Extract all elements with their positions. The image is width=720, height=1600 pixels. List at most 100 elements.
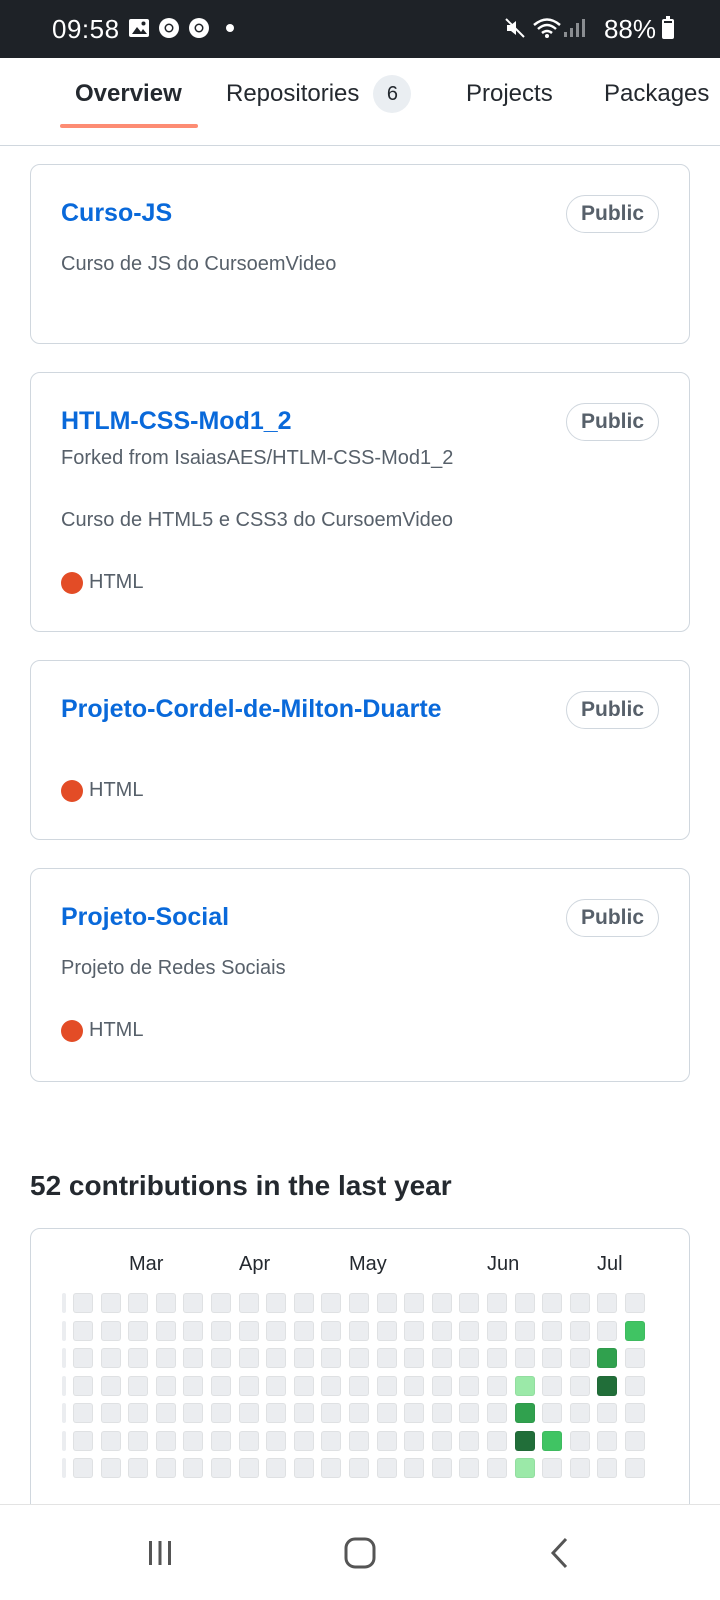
contribution-cell[interactable] — [183, 1348, 204, 1368]
contribution-cell[interactable] — [238, 1403, 259, 1423]
contribution-cell[interactable] — [569, 1320, 590, 1341]
contribution-cell[interactable] — [376, 1458, 397, 1478]
contribution-cell[interactable] — [597, 1458, 618, 1478]
contribution-cell[interactable] — [128, 1403, 149, 1423]
contribution-cell[interactable] — [349, 1293, 369, 1313]
contribution-cell[interactable] — [266, 1348, 287, 1368]
tab-projects[interactable]: Projects — [466, 70, 553, 118]
contribution-cell[interactable] — [459, 1293, 480, 1313]
contribution-cell[interactable] — [514, 1403, 535, 1423]
contribution-cell[interactable] — [431, 1348, 452, 1368]
contribution-cell[interactable] — [183, 1458, 204, 1478]
tab-repositories[interactable]: Repositories 6 — [226, 70, 412, 118]
contribution-cell[interactable] — [431, 1375, 452, 1396]
contribution-cell[interactable] — [128, 1375, 149, 1396]
contribution-cell[interactable] — [266, 1458, 287, 1478]
contribution-cell[interactable] — [293, 1375, 314, 1396]
contribution-cell[interactable] — [625, 1458, 645, 1478]
contribution-cell[interactable] — [155, 1320, 176, 1341]
contribution-cell[interactable] — [266, 1293, 287, 1313]
contribution-cell[interactable] — [211, 1403, 231, 1423]
contribution-cell[interactable] — [625, 1293, 645, 1313]
contribution-cell[interactable] — [100, 1320, 121, 1341]
contribution-cell[interactable] — [100, 1293, 121, 1313]
contribution-cell[interactable] — [376, 1375, 397, 1396]
contribution-cell[interactable] — [404, 1458, 425, 1478]
contribution-cell[interactable] — [293, 1320, 314, 1341]
contribution-cell[interactable] — [542, 1320, 563, 1341]
contribution-cell[interactable] — [211, 1293, 231, 1313]
contribution-cell[interactable] — [625, 1430, 645, 1451]
contribution-cell[interactable] — [459, 1403, 480, 1423]
contribution-cell[interactable] — [459, 1430, 480, 1451]
contribution-cell[interactable] — [100, 1458, 121, 1478]
contribution-cell[interactable] — [321, 1403, 342, 1423]
contribution-cell[interactable] — [155, 1348, 176, 1368]
contribution-cell[interactable] — [321, 1293, 342, 1313]
contribution-cell[interactable] — [597, 1430, 618, 1451]
contribution-cell[interactable] — [404, 1320, 425, 1341]
home-button[interactable] — [334, 1527, 386, 1579]
contribution-cell[interactable] — [459, 1320, 480, 1341]
contribution-cell[interactable] — [514, 1348, 535, 1368]
repo-name-link[interactable]: Curso-JS — [61, 199, 172, 228]
contribution-cell[interactable] — [128, 1430, 149, 1451]
contribution-cell[interactable] — [100, 1375, 121, 1396]
contribution-cell[interactable] — [183, 1320, 204, 1341]
contribution-cell[interactable] — [431, 1458, 452, 1478]
contribution-cell[interactable] — [293, 1403, 314, 1423]
contribution-cell[interactable] — [266, 1403, 287, 1423]
contribution-cell[interactable] — [266, 1375, 287, 1396]
contribution-cell[interactable] — [155, 1375, 176, 1396]
contribution-cell[interactable] — [542, 1293, 563, 1313]
contribution-cell[interactable] — [321, 1430, 342, 1451]
tab-overview[interactable]: Overview — [75, 70, 182, 118]
contribution-cell[interactable] — [238, 1320, 259, 1341]
contribution-cell[interactable] — [211, 1375, 231, 1396]
contribution-cell[interactable] — [597, 1375, 618, 1396]
contribution-cell[interactable] — [238, 1293, 259, 1313]
contribution-cell[interactable] — [459, 1458, 480, 1478]
contribution-cell[interactable] — [73, 1293, 93, 1313]
contribution-cell[interactable] — [569, 1293, 590, 1313]
contribution-cell[interactable] — [569, 1458, 590, 1478]
contribution-cell[interactable] — [487, 1403, 507, 1423]
recent-apps-button[interactable] — [134, 1527, 186, 1579]
contribution-cell[interactable] — [542, 1375, 563, 1396]
contribution-cell[interactable] — [349, 1430, 369, 1451]
contribution-cell[interactable] — [404, 1403, 425, 1423]
contribution-cell[interactable] — [597, 1320, 618, 1341]
contribution-cell[interactable] — [431, 1430, 452, 1451]
contribution-cell[interactable] — [321, 1458, 342, 1478]
contribution-cell[interactable] — [73, 1458, 93, 1478]
contribution-cell[interactable] — [73, 1320, 93, 1341]
contribution-cell[interactable] — [293, 1458, 314, 1478]
contribution-cell[interactable] — [73, 1375, 93, 1396]
contribution-cell[interactable] — [542, 1403, 563, 1423]
contribution-cell[interactable] — [404, 1293, 425, 1313]
contribution-cell[interactable] — [597, 1403, 618, 1423]
contribution-cell[interactable] — [487, 1458, 507, 1478]
contribution-cell[interactable] — [625, 1348, 645, 1368]
repo-name-link[interactable]: HTLM-CSS-Mod1_2 — [61, 407, 292, 436]
contribution-cell[interactable] — [211, 1320, 231, 1341]
contribution-cell[interactable] — [349, 1403, 369, 1423]
contribution-cell[interactable] — [100, 1430, 121, 1451]
contribution-cell[interactable] — [238, 1375, 259, 1396]
contribution-cell[interactable] — [459, 1348, 480, 1368]
contribution-cell[interactable] — [128, 1458, 149, 1478]
repo-card[interactable]: Projeto-Cordel-de-Milton-Duarte Public H… — [30, 660, 690, 840]
contribution-cell[interactable] — [128, 1293, 149, 1313]
contribution-cell[interactable] — [238, 1458, 259, 1478]
contribution-cell[interactable] — [404, 1348, 425, 1368]
contribution-cell[interactable] — [376, 1403, 397, 1423]
contribution-cell[interactable] — [321, 1375, 342, 1396]
contribution-cell[interactable] — [293, 1430, 314, 1451]
forked-from-text[interactable]: Forked from IsaiasAES/HTLM-CSS-Mod1_2 — [61, 447, 453, 470]
contribution-cell[interactable] — [487, 1320, 507, 1341]
contribution-cell[interactable] — [597, 1293, 618, 1313]
contribution-cell[interactable] — [128, 1320, 149, 1341]
contribution-cell[interactable] — [542, 1430, 563, 1451]
contribution-cell[interactable] — [100, 1348, 121, 1368]
contribution-cell[interactable] — [73, 1430, 93, 1451]
